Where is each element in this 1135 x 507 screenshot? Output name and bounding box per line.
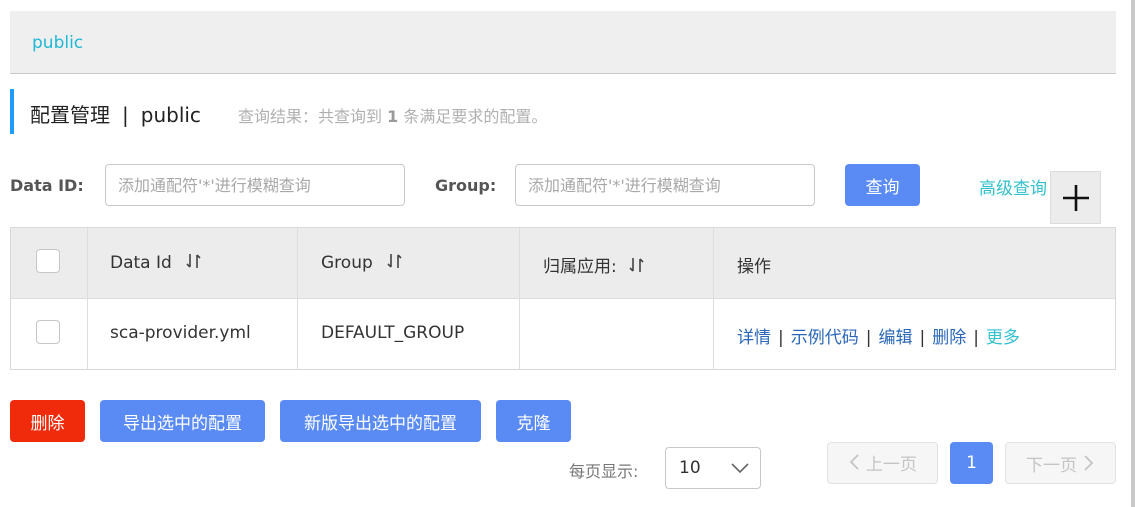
plus-icon: [1063, 185, 1089, 211]
page-title-text: 配置管理: [30, 103, 110, 127]
more-link[interactable]: 更多: [986, 328, 1020, 348]
header-app[interactable]: 归属应用:: [543, 252, 646, 277]
row-checkbox[interactable]: [36, 320, 60, 344]
sort-icon[interactable]: [628, 256, 646, 274]
page-size-label: 每页显示:: [569, 462, 639, 481]
namespace-link-public[interactable]: public: [32, 33, 83, 53]
group-input[interactable]: [515, 164, 815, 206]
prev-page-label: 上一页: [866, 454, 917, 475]
action-separator: |: [919, 328, 926, 348]
delete-link[interactable]: 删除: [932, 328, 966, 348]
namespace-bar: public: [10, 11, 1116, 74]
sample-code-link[interactable]: 示例代码: [791, 328, 859, 348]
page-1-button[interactable]: 1: [950, 442, 993, 484]
next-page-label: 下一页: [1026, 455, 1077, 476]
chevron-left-icon: [849, 454, 859, 470]
header-data-id-label: Data Id: [110, 253, 172, 273]
page-size-select[interactable]: 10: [665, 447, 761, 489]
delete-button[interactable]: 删除: [10, 400, 85, 442]
query-button[interactable]: 查询: [845, 164, 920, 206]
export-selected-button[interactable]: 导出选中的配置: [100, 400, 265, 442]
header-app-label: 归属应用:: [543, 257, 617, 277]
page-title-namespace: public: [140, 103, 201, 127]
data-id-input[interactable]: [105, 164, 405, 206]
table-row: sca-provider.yml DEFAULT_GROUP 详情 | 示例代码 | 编…: [11, 300, 1115, 369]
page-title-separator: |: [122, 103, 129, 127]
action-separator: |: [973, 328, 979, 348]
config-table: Data Id Group 归属应用: 操作 sca-provider.yml …: [10, 227, 1116, 370]
header-actions: 操作: [737, 257, 771, 277]
query-result-prefix: 查询结果：共查询到: [238, 107, 383, 126]
add-config-button[interactable]: [1050, 171, 1101, 224]
title-accent-bar: [10, 89, 14, 134]
advanced-query-link[interactable]: 高级查询: [979, 174, 1047, 199]
select-all-checkbox[interactable]: [36, 249, 60, 273]
row-group: DEFAULT_GROUP: [321, 323, 465, 343]
sort-icon[interactable]: [185, 252, 203, 270]
sort-icon[interactable]: [386, 252, 404, 270]
detail-link[interactable]: 详情: [737, 328, 771, 348]
page-title: 配置管理 | public: [30, 99, 201, 128]
vertical-scrollbar[interactable]: [1131, 0, 1135, 507]
new-export-selected-button[interactable]: 新版导出选中的配置: [280, 400, 481, 442]
row-actions: 详情 | 示例代码 | 编辑 | 删除 | 更多: [737, 323, 1020, 348]
prev-page-button[interactable]: 上一页: [827, 442, 938, 484]
chevron-down-icon: [731, 463, 749, 474]
next-page-button[interactable]: 下一页: [1005, 442, 1116, 484]
action-separator: |: [778, 328, 784, 348]
group-label: Group:: [435, 176, 497, 195]
row-data-id: sca-provider.yml: [110, 323, 251, 343]
clone-button[interactable]: 克隆: [496, 400, 571, 442]
edit-link[interactable]: 编辑: [878, 328, 912, 348]
header-data-id[interactable]: Data Id: [110, 252, 203, 273]
query-result-suffix: 条满足要求的配置。: [403, 107, 548, 126]
query-result-count: 1: [387, 107, 399, 126]
query-result-summary: 查询结果：共查询到 1 条满足要求的配置。: [238, 103, 547, 127]
action-separator: |: [865, 328, 872, 348]
page-size-value: 10: [679, 458, 701, 478]
header-group-label: Group: [321, 253, 373, 273]
chevron-right-icon: [1084, 455, 1094, 471]
header-group[interactable]: Group: [321, 252, 404, 273]
data-id-label: Data ID:: [10, 176, 84, 195]
